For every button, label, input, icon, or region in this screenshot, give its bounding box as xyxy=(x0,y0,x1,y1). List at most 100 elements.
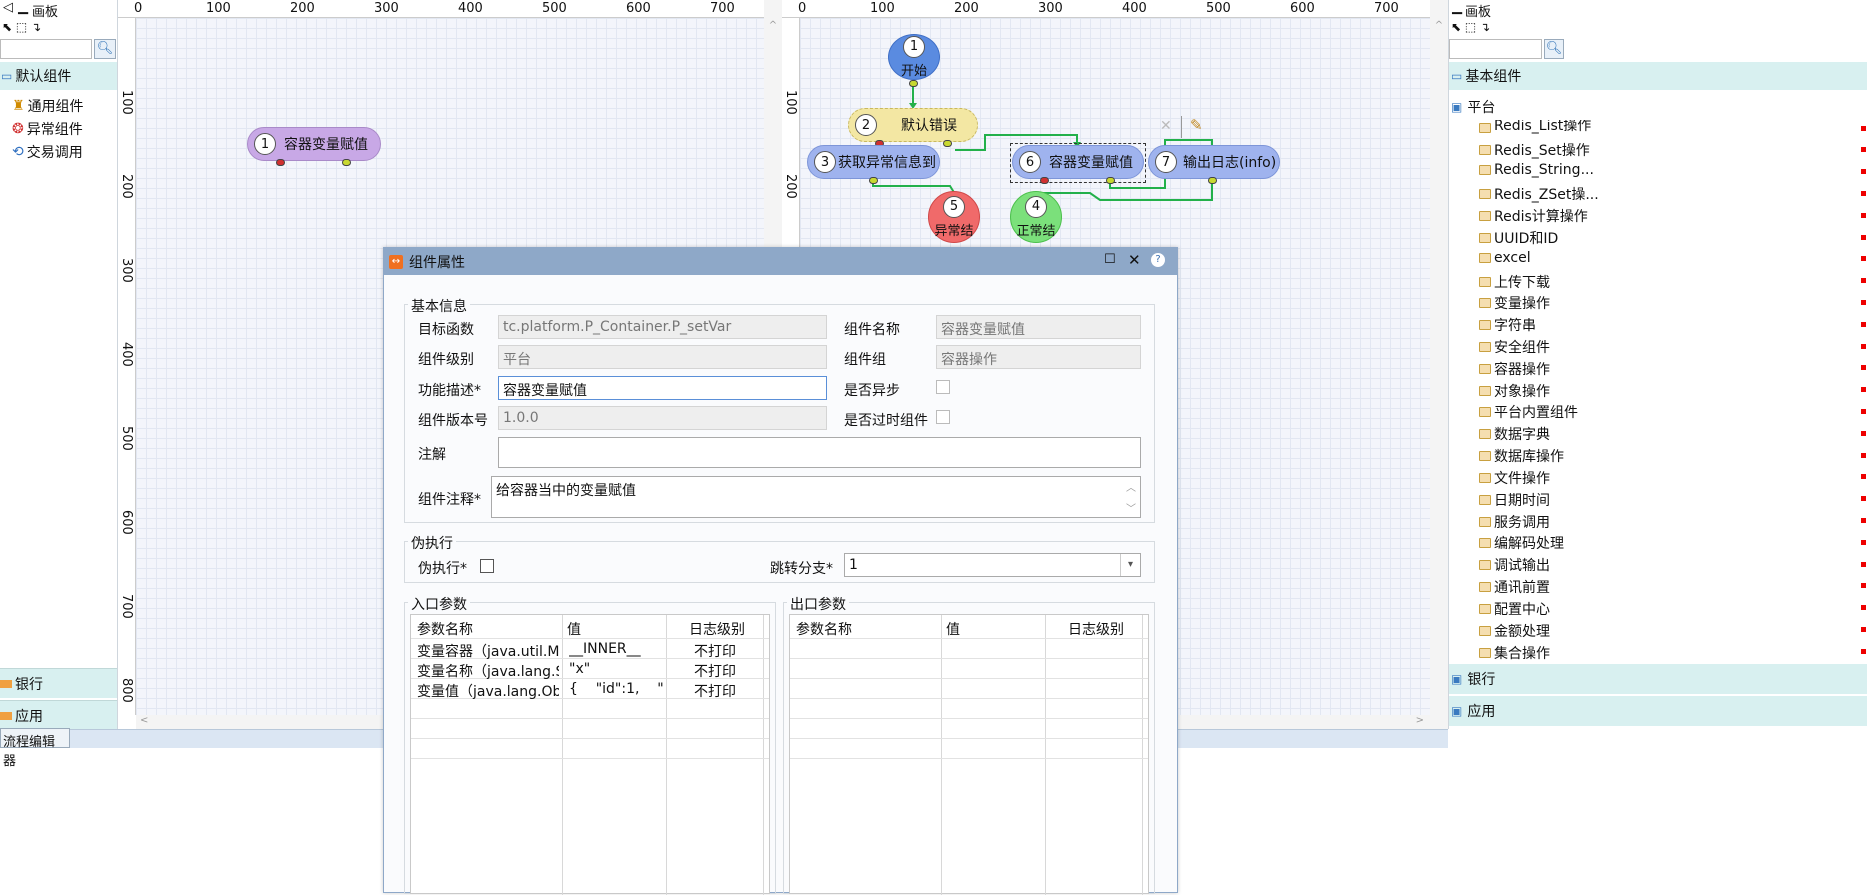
delete-node-icon[interactable]: ✕ xyxy=(1160,118,1172,134)
flow-node-default-error[interactable]: 2 默认错误 xyxy=(848,108,978,142)
marquee-tool-icon[interactable]: ⬚ xyxy=(1465,20,1476,34)
component-level-field[interactable]: 平台 xyxy=(498,345,827,369)
flow-node-start[interactable]: 1 开始 xyxy=(888,34,940,80)
marker-dot xyxy=(1861,322,1866,327)
flow-node-get-exception[interactable]: 3 获取异常信息到 xyxy=(807,145,940,179)
bank-group-header[interactable]: 银行 xyxy=(0,668,117,698)
palette-item[interactable]: Redis_ZSet操... xyxy=(1479,184,1599,204)
scroll-up-icon[interactable]: ︿ xyxy=(1126,479,1136,494)
palette-item[interactable]: 安全组件 xyxy=(1479,337,1550,357)
deprecated-checkbox[interactable] xyxy=(936,410,950,424)
minimize-icon[interactable]: ▁ xyxy=(1452,0,1462,15)
palette-item[interactable]: 通讯前置 xyxy=(1479,577,1550,597)
table-cell[interactable]: { "id":1, "... xyxy=(569,681,664,697)
flow-node-output-log[interactable]: 7 输出日志(info) xyxy=(1148,145,1280,179)
description-input[interactable]: 容器变量赋值 xyxy=(498,376,827,400)
table-cell[interactable]: 不打印 xyxy=(694,661,736,681)
flow-node-normal-end[interactable]: 4 正常结 xyxy=(1010,191,1062,243)
palette-item[interactable]: 对象操作 xyxy=(1479,381,1550,401)
footer-tab[interactable]: 流程编辑器 xyxy=(0,728,70,769)
component-group-field[interactable]: 容器操作 xyxy=(936,345,1141,369)
palette-item-label: 安全组件 xyxy=(1494,340,1550,356)
component-name-field[interactable]: 容器变量赋值 xyxy=(936,315,1141,339)
table-cell[interactable]: 不打印 xyxy=(694,641,736,661)
bank-group-header[interactable]: ▣ 银行 xyxy=(1449,664,1867,694)
description-label: 功能描述* xyxy=(418,383,481,399)
table-cell[interactable]: "x" xyxy=(569,661,664,677)
dialog-titlebar[interactable]: ↔ 组件属性 ☐ ✕ ? xyxy=(384,248,1177,275)
right-canvas-vscroll[interactable]: ^ xyxy=(1430,0,1448,729)
success-port[interactable] xyxy=(1106,177,1115,184)
scroll-down-icon[interactable]: ﹀ xyxy=(1126,500,1136,515)
async-checkbox[interactable] xyxy=(936,380,950,394)
table-cell[interactable]: 不打印 xyxy=(694,681,736,701)
node-label: 正常结 xyxy=(1016,223,1056,239)
flow-node-container-assign[interactable]: 6 容器变量赋值 xyxy=(1012,145,1144,179)
branch-select[interactable]: 1 ▾ xyxy=(844,553,1141,577)
palette-item[interactable]: 平台内置组件 xyxy=(1479,402,1578,422)
comment-textarea[interactable]: 给容器当中的变量赋值 ︿ ﹀ xyxy=(491,476,1141,518)
row-divider xyxy=(411,638,769,639)
close-icon[interactable]: ✕ xyxy=(1128,251,1141,269)
palette-item-label: 变量操作 xyxy=(1494,296,1550,312)
help-icon[interactable]: ? xyxy=(1151,253,1165,267)
success-port[interactable] xyxy=(869,177,878,184)
palette-item[interactable]: 集合操作 xyxy=(1479,643,1550,663)
palette-item[interactable]: UUID和ID xyxy=(1479,228,1558,248)
app-group-header[interactable]: ▣ 应用 xyxy=(1449,696,1867,726)
connector-tool-icon[interactable]: ↴ xyxy=(1480,20,1490,34)
palette-item[interactable]: excel xyxy=(1479,250,1531,266)
pointer-tool-icon[interactable]: ⬉ xyxy=(1451,20,1461,34)
palette-item[interactable]: 上传下载 xyxy=(1479,272,1550,292)
table-cell[interactable]: 变量名称（java.lang.S... xyxy=(417,661,559,681)
palette-item[interactable]: 文件操作 xyxy=(1479,468,1550,488)
node-number: 7 xyxy=(1155,151,1177,173)
palette-item[interactable]: 编解码处理 xyxy=(1479,533,1564,553)
palette-item[interactable]: 数据库操作 xyxy=(1479,446,1564,466)
app-group-header[interactable]: 应用 xyxy=(0,700,117,730)
folder-icon xyxy=(1479,517,1491,527)
folder-icon xyxy=(1479,342,1491,352)
success-port[interactable] xyxy=(943,140,952,147)
table-cell[interactable]: __INNER__ xyxy=(569,641,664,657)
palette-item[interactable]: 变量操作 xyxy=(1479,293,1550,313)
platform-icon: ▣ xyxy=(1451,704,1463,718)
palette-item[interactable]: 数据字典 xyxy=(1479,424,1550,444)
right-search-input[interactable] xyxy=(1449,39,1542,59)
target-function-field[interactable]: tc.platform.P_Container.P_setVar xyxy=(498,315,827,339)
palette-item[interactable]: Redis计算操作 xyxy=(1479,206,1588,226)
version-field[interactable]: 1.0.0 xyxy=(498,406,827,430)
edit-node-icon[interactable]: ✎ xyxy=(1190,116,1203,134)
maximize-icon[interactable]: ☐ xyxy=(1104,252,1116,267)
success-port[interactable] xyxy=(1208,177,1217,184)
folder-icon xyxy=(1479,253,1491,263)
table-cell[interactable]: 变量容器（java.util.M... xyxy=(417,641,559,661)
palette-item-label: 金额处理 xyxy=(1494,624,1550,640)
start-port[interactable] xyxy=(909,80,918,87)
mock-exec-checkbox[interactable] xyxy=(480,559,494,573)
palette-item[interactable]: 配置中心 xyxy=(1479,599,1550,619)
palette-item[interactable]: 服务调用 xyxy=(1479,512,1550,532)
annotation-input[interactable] xyxy=(498,437,1141,468)
flow-node-exception-end[interactable]: 5 异常结 xyxy=(928,191,980,243)
table-cell[interactable]: 变量值（java.lang.Obj... xyxy=(417,681,559,701)
platform-group-header[interactable]: ▣ 平台 xyxy=(1449,94,1867,120)
marker-dot xyxy=(1861,583,1866,588)
app-group-label: 应用 xyxy=(15,708,43,725)
marker-dot xyxy=(1861,235,1866,240)
palette-item[interactable]: 日期时间 xyxy=(1479,490,1550,510)
palette-item[interactable]: Redis_List操作 xyxy=(1479,120,1591,136)
basic-group-header[interactable]: ▭ 基本组件 xyxy=(1449,62,1867,90)
palette-item[interactable]: 金额处理 xyxy=(1479,621,1550,641)
column-header: 参数名称 xyxy=(417,622,473,638)
palette-item[interactable]: Redis_String... xyxy=(1479,162,1594,178)
chevron-down-icon[interactable]: ▾ xyxy=(1120,554,1140,576)
palette-item-label: 调试输出 xyxy=(1494,558,1550,574)
palette-item[interactable]: 调试输出 xyxy=(1479,555,1550,575)
palette-item[interactable]: Redis_Set操作 xyxy=(1479,140,1590,160)
monitor-icon: ▭ xyxy=(1451,69,1463,83)
palette-item[interactable]: 容器操作 xyxy=(1479,359,1550,379)
right-search-button[interactable]: 🔍︎ xyxy=(1544,39,1564,59)
palette-item[interactable]: 字符串 xyxy=(1479,315,1536,335)
error-port[interactable] xyxy=(1040,177,1049,184)
